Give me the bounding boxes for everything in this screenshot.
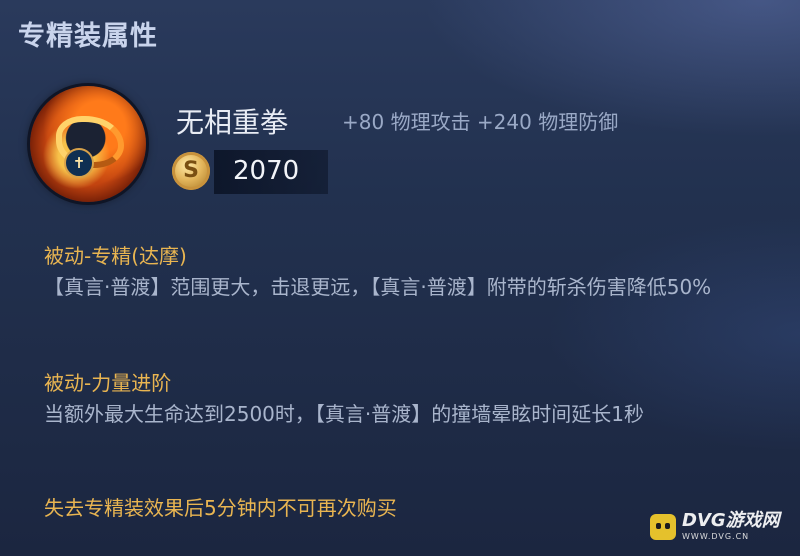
passive-desc-power-advance: 当额外最大生命达到2500时，【真言·普渡】的撞墙晕眩时间延长1秒 [44, 402, 644, 426]
item-price: 2070 [233, 156, 300, 186]
item-name: 无相重拳 [176, 106, 289, 139]
item-badge-icon: ✝ [64, 148, 94, 178]
mascot-face-icon [650, 513, 676, 540]
panel-title: 专精装属性 [18, 21, 158, 52]
watermark-logo: DVG游戏网 WWW.DVG.CN [650, 512, 780, 541]
passive-desc-specialization: 【真言·普渡】范围更大，击退更远，【真言·普渡】附带的斩杀伤害降低50% [44, 275, 712, 299]
watermark-url: WWW.DVG.CN [682, 532, 750, 541]
item-icon [30, 86, 146, 202]
gold-coin-icon: S [172, 152, 210, 190]
item-stats: +80 物理攻击 +240 物理防御 [342, 110, 619, 134]
watermark-brand: DVG游戏网 [682, 510, 780, 531]
passive-title-power-advance: 被动-力量进阶 [44, 371, 172, 395]
passive-title-specialization: 被动-专精(达摩) [44, 244, 187, 268]
footer-note: 失去专精装效果后5分钟内不可再次购买 [44, 496, 397, 520]
